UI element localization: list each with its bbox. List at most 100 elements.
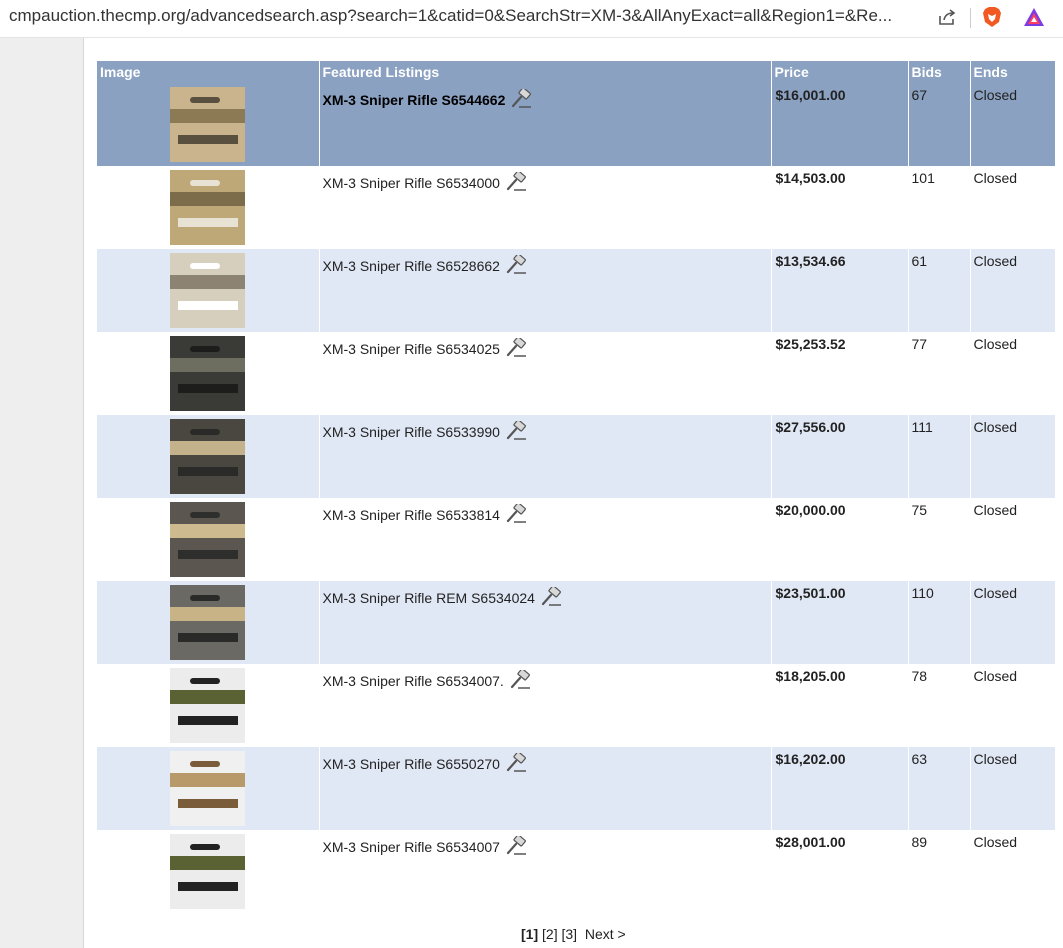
header-ends: Ends [970, 61, 1056, 83]
left-gutter [0, 38, 84, 948]
listing-title-link[interactable]: XM-3 Sniper Rifle S6534007 [323, 839, 500, 855]
ends-cell: Closed [970, 332, 1056, 415]
table-row[interactable]: XM-3 Sniper Rifle S6534007 $28,001.00 89 Cl… [97, 830, 1056, 913]
listing-price: $28,001.00 [775, 834, 846, 850]
listing-title-link[interactable]: XM-3 Sniper Rifle S6533814 [323, 507, 500, 523]
bids-cell: 78 [908, 664, 971, 747]
listing-price: $14,503.00 [775, 170, 846, 186]
listing-price: $20,000.00 [775, 502, 846, 518]
price-cell: $27,556.00 [771, 415, 909, 498]
listing-thumbnail[interactable] [170, 170, 246, 245]
price-cell: $13,534.66 [771, 249, 909, 332]
price-cell: $28,001.00 [771, 830, 909, 913]
table-row[interactable]: XM-3 Sniper Rifle S6544662 $16,001.00 67 Cl… [97, 83, 1056, 166]
image-cell [97, 83, 320, 166]
price-cell: $16,202.00 [771, 747, 909, 830]
listing-bids: 75 [911, 502, 928, 518]
listing-thumbnail[interactable] [170, 87, 246, 162]
header-image: Image [97, 61, 320, 83]
listing-cell: XM-3 Sniper Rifle S6534025 [319, 332, 772, 415]
listing-bids: 67 [911, 87, 928, 103]
listing-price: $23,501.00 [775, 585, 846, 601]
listing-bids: 111 [911, 419, 933, 435]
listing-thumbnail[interactable] [170, 834, 246, 909]
listing-thumbnail[interactable] [170, 751, 246, 826]
brave-lion-icon[interactable] [980, 5, 1004, 29]
url-text[interactable]: cmpauction.thecmp.org/advancedsearch.asp… [9, 6, 892, 26]
ends-cell: Closed [970, 166, 1056, 249]
next-page-link[interactable]: Next > [585, 926, 626, 942]
table-row[interactable]: XM-3 Sniper Rifle REM S6534024 $23,501.00… [97, 581, 1056, 664]
listing-price: $18,205.00 [775, 668, 846, 684]
price-cell: $14,503.00 [771, 166, 909, 249]
page-content: Image Featured Listings Price Bids Ends … [84, 38, 1063, 948]
gavel-icon [506, 836, 526, 855]
brave-rewards-icon[interactable] [1022, 6, 1046, 28]
listing-ends: Closed [973, 87, 1018, 103]
listing-cell: XM-3 Sniper Rifle S6534000 [319, 166, 772, 249]
listing-title-link[interactable]: XM-3 Sniper Rifle S6550270 [323, 756, 500, 772]
gavel-icon [506, 753, 526, 772]
listing-thumbnail[interactable] [170, 336, 246, 411]
gavel-icon [506, 421, 526, 440]
listing-title-link[interactable]: XM-3 Sniper Rifle REM S6534024 [323, 590, 535, 606]
listing-bids: 89 [911, 834, 928, 850]
gavel-icon [510, 670, 530, 689]
table-row[interactable]: XM-3 Sniper Rifle S6528662 $13,534.66 61 Cl… [97, 249, 1056, 332]
bids-cell: 111 [908, 415, 971, 498]
listing-cell: XM-3 Sniper Rifle S6550270 [319, 747, 772, 830]
page-link-1[interactable]: [1] [521, 926, 538, 942]
listing-ends: Closed [973, 170, 1018, 186]
listing-price: $27,556.00 [775, 419, 846, 435]
page-link-3[interactable]: [3] [561, 926, 577, 942]
listing-cell: XM-3 Sniper Rifle S6544662 [319, 83, 772, 166]
table-row[interactable]: XM-3 Sniper Rifle S6533990 $27,556.00 111 C… [97, 415, 1056, 498]
listing-title-link[interactable]: XM-3 Sniper Rifle S6534000 [323, 175, 500, 191]
price-cell: $20,000.00 [771, 498, 909, 581]
gavel-icon [506, 172, 526, 191]
listing-bids: 63 [911, 751, 928, 767]
header-price: Price [771, 61, 909, 83]
image-cell [97, 830, 320, 913]
share-icon[interactable] [936, 6, 958, 28]
address-bar: cmpauction.thecmp.org/advancedsearch.asp… [0, 0, 1063, 38]
page-link-2[interactable]: [2] [542, 926, 558, 942]
table-header-row: Image Featured Listings Price Bids Ends [97, 61, 1056, 83]
bids-cell: 61 [908, 249, 971, 332]
listing-title-link[interactable]: XM-3 Sniper Rifle S6544662 [323, 92, 506, 108]
listing-bids: 78 [911, 668, 928, 684]
bids-cell: 101 [908, 166, 971, 249]
listing-ends: Closed [973, 834, 1018, 850]
bids-cell: 63 [908, 747, 971, 830]
image-cell [97, 332, 320, 415]
listing-thumbnail[interactable] [170, 502, 246, 577]
listing-price: $25,253.52 [775, 336, 846, 352]
listing-thumbnail[interactable] [170, 419, 246, 494]
bids-cell: 110 [908, 581, 971, 664]
listing-bids: 77 [911, 336, 928, 352]
listing-title-link[interactable]: XM-3 Sniper Rifle S6534025 [323, 341, 500, 357]
listing-price: $16,001.00 [775, 87, 846, 103]
listing-bids: 61 [911, 253, 928, 269]
table-row[interactable]: XM-3 Sniper Rifle S6533814 $20,000.00 75 Cl… [97, 498, 1056, 581]
listing-thumbnail[interactable] [170, 253, 246, 328]
listing-cell: XM-3 Sniper Rifle S6534007. [319, 664, 772, 747]
listing-title-link[interactable]: XM-3 Sniper Rifle S6534007. [323, 673, 504, 689]
table-row[interactable]: XM-3 Sniper Rifle S6534000 $14,503.00 101 C… [97, 166, 1056, 249]
listing-thumbnail[interactable] [170, 668, 246, 743]
listing-title-link[interactable]: XM-3 Sniper Rifle S6533990 [323, 424, 500, 440]
table-row[interactable]: XM-3 Sniper Rifle S6534025 $25,253.52 77 Cl… [97, 332, 1056, 415]
bids-cell: 67 [908, 83, 971, 166]
gavel-icon [506, 338, 526, 357]
listing-ends: Closed [973, 585, 1018, 601]
table-row[interactable]: XM-3 Sniper Rifle S6550270 $16,202.00 63 Cl… [97, 747, 1056, 830]
ends-cell: Closed [970, 747, 1056, 830]
listing-ends: Closed [973, 419, 1018, 435]
listing-ends: Closed [973, 253, 1018, 269]
listing-title-link[interactable]: XM-3 Sniper Rifle S6528662 [323, 258, 500, 274]
ends-cell: Closed [970, 249, 1056, 332]
listing-thumbnail[interactable] [170, 585, 246, 660]
table-row[interactable]: XM-3 Sniper Rifle S6534007. $18,205.00 78 C… [97, 664, 1056, 747]
listing-bids: 110 [911, 585, 934, 601]
gavel-icon [506, 255, 526, 274]
